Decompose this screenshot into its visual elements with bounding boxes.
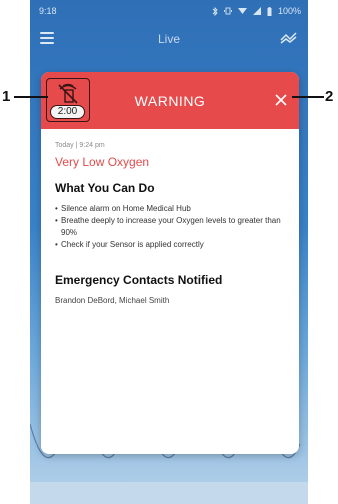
actions-heading: What You Can Do [55, 181, 155, 195]
vibrate-icon [224, 7, 232, 15]
actions-list: Silence alarm on Home Medical Hub Breath… [55, 203, 287, 251]
list-item: Check if your Sensor is applied correctl… [55, 239, 287, 251]
warning-dialog: 2:00 WARNING Today | 9:24 pm Very Low Ox… [41, 72, 299, 454]
warning-body: Today | 9:24 pm Very Low Oxygen What You… [55, 142, 287, 305]
top-nav: Live [30, 28, 308, 52]
alert-timestamp: Today | 9:24 pm [55, 142, 105, 149]
bluetooth-icon [212, 6, 218, 16]
status-icons: 100% [212, 6, 301, 16]
trend-icon[interactable] [280, 31, 298, 45]
list-item: Breathe deeply to increase your Oxygen l… [55, 215, 287, 239]
status-bar: 9:18 100% [30, 0, 308, 20]
list-item: Silence alarm on Home Medical Hub [55, 203, 287, 215]
close-icon[interactable] [273, 92, 289, 108]
nav-title: Live [157, 32, 180, 46]
bottom-bar [30, 482, 308, 504]
warning-header: 2:00 WARNING [41, 72, 299, 129]
status-time: 9:18 [39, 6, 57, 16]
callout-label-1: 1 [2, 88, 11, 105]
alert-title: Very Low Oxygen [55, 155, 150, 169]
contacts-heading: Emergency Contacts Notified [55, 273, 223, 287]
wifi-icon [237, 8, 247, 14]
battery-level: 100% [277, 6, 301, 16]
battery-icon [267, 6, 272, 16]
warning-title: WARNING [134, 93, 206, 109]
signal-icon [252, 7, 261, 15]
callout-line-2 [292, 96, 324, 98]
callout-label-2: 2 [325, 88, 334, 105]
callout-line-1 [14, 96, 48, 98]
contacts-list: Brandon DeBord, Michael Smith [55, 296, 170, 305]
